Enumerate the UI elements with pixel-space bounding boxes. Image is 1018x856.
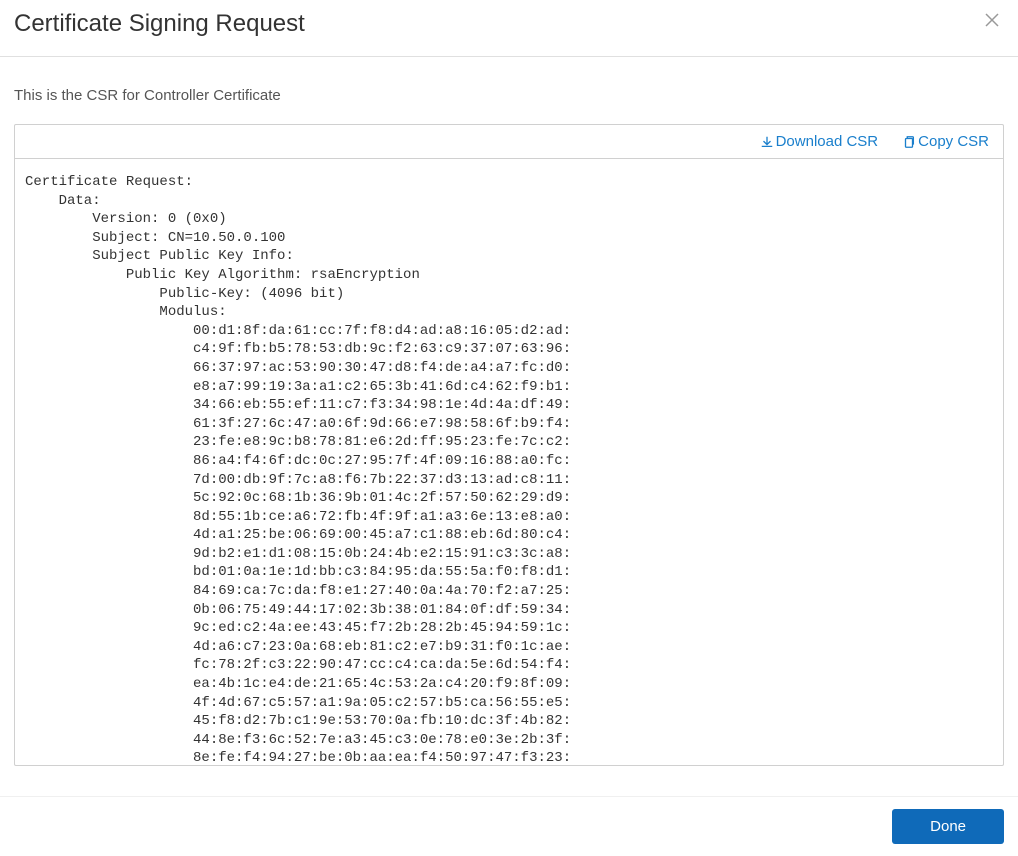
- csr-text-content[interactable]: Certificate Request: Data: Version: 0 (0…: [15, 159, 1003, 765]
- dialog-footer: Done: [0, 796, 1018, 856]
- close-icon: [984, 12, 1000, 28]
- dialog-content: This is the CSR for Controller Certifica…: [0, 57, 1018, 766]
- download-icon: [760, 135, 774, 149]
- csr-toolbar: Download CSR Copy CSR: [15, 125, 1003, 159]
- download-csr-label: Download CSR: [776, 133, 879, 150]
- dialog-title: Certificate Signing Request: [14, 10, 1004, 38]
- done-button[interactable]: Done: [892, 809, 1004, 844]
- download-csr-button[interactable]: Download CSR: [760, 133, 879, 150]
- close-button[interactable]: [982, 10, 1002, 30]
- dialog-header: Certificate Signing Request: [0, 0, 1018, 57]
- copy-csr-button[interactable]: Copy CSR: [902, 133, 989, 150]
- csr-container: Download CSR Copy CSR Certificate Reques…: [14, 124, 1004, 766]
- csr-description: This is the CSR for Controller Certifica…: [14, 87, 1004, 104]
- copy-csr-label: Copy CSR: [918, 133, 989, 150]
- copy-icon: [902, 135, 916, 149]
